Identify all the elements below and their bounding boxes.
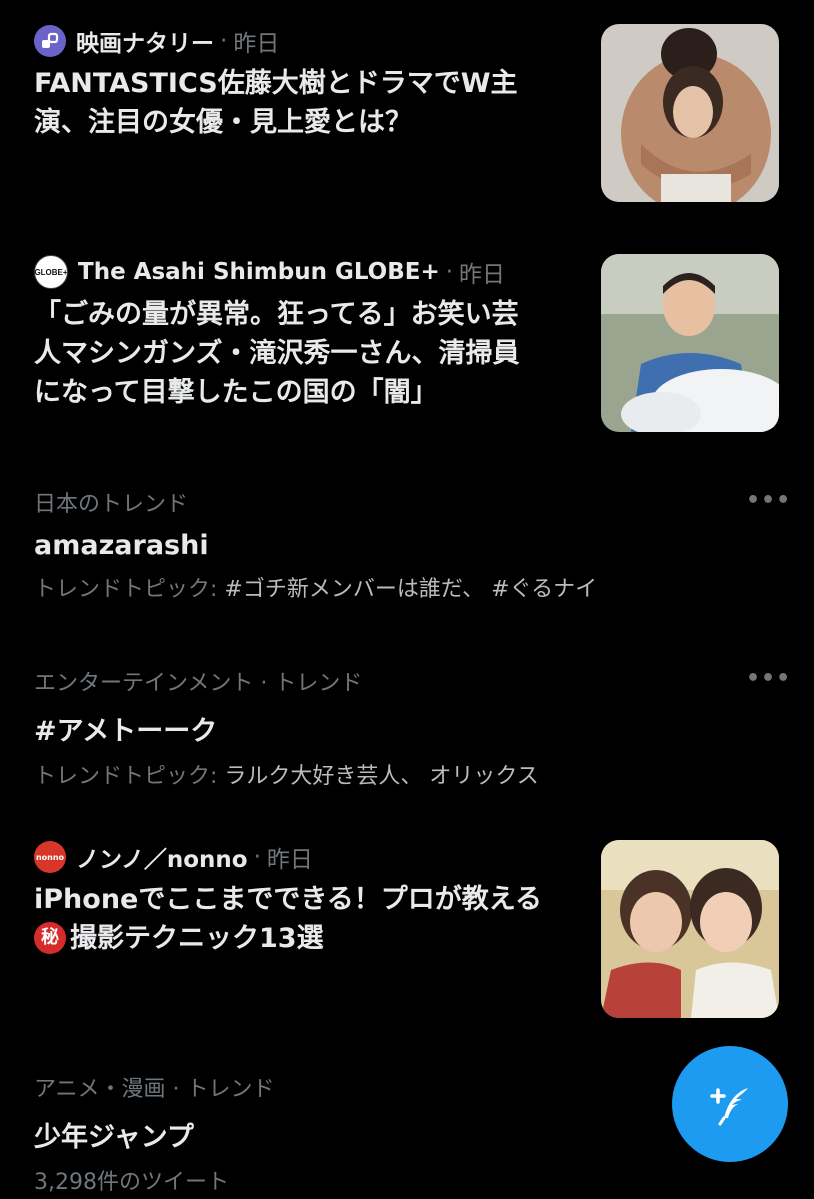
separator-dot: · <box>253 844 261 870</box>
news-thumbnail-nonno[interactable] <box>601 840 779 1018</box>
trend-topics: トレンドトピック: #ゴチ新メンバーは誰だ、 #ぐるナイ <box>34 577 598 602</box>
secret-badge-icon: 秘 <box>34 921 66 954</box>
trend-item-amazarashi[interactable]: 日本のトレンド amazarashi トレンドトピック: #ゴチ新メンバーは誰だ… <box>34 486 774 603</box>
news-thumbnail-asahi-globe[interactable] <box>601 254 779 432</box>
trend-topics: トレンドトピック: ラルク大好き芸人、 オリックス <box>34 764 539 789</box>
news-time: 昨日 <box>459 262 506 288</box>
news-headline: FANTASTICS佐藤大樹とドラマでW主 演、注目の女優・見上愛とは？ <box>34 68 518 138</box>
trend-title: #アメトーーク <box>34 716 218 747</box>
natalie-logo-icon <box>34 25 66 57</box>
globe-plus-logo-icon: GLOBE+ <box>34 255 68 289</box>
news-source-row: GLOBE+ The Asahi Shimbun GLOBE+ · 昨日 <box>34 255 594 289</box>
separator-dot: · <box>445 259 454 285</box>
compose-tweet-button[interactable] <box>672 1046 788 1162</box>
news-source-name: ノンノ／nonno <box>76 847 248 873</box>
trend-category: 日本のトレンド <box>34 492 189 517</box>
news-time: 昨日 <box>233 31 280 57</box>
trend-category: アニメ・漫画 · トレンド <box>34 1077 275 1102</box>
news-source-name: 映画ナタリー <box>76 31 214 57</box>
news-headline: iPhoneでここまでできる！プロが教える 秘撮影テクニック13選 <box>34 884 542 954</box>
trend-item-shonen-jump[interactable]: アニメ・漫画 · トレンド 少年ジャンプ 3,298件のツイート <box>34 1071 654 1196</box>
compose-tweet-icon <box>710 1088 748 1126</box>
more-options-icon[interactable]: ••• <box>746 666 791 691</box>
trend-title: amazarashi <box>34 530 209 561</box>
trend-item-ametalk[interactable]: エンターテインメント · トレンド #アメトーーク トレンドトピック: ラルク大… <box>34 665 774 790</box>
news-time: 昨日 <box>266 847 313 873</box>
news-source-name: The Asahi Shimbun GLOBE+ <box>78 259 440 285</box>
news-headline: 「ごみの量が異常。狂ってる」お笑い芸 人マシンガンズ・滝沢秀一さん、清掃員 にな… <box>34 299 520 408</box>
news-item-natalie[interactable]: 映画ナタリー · 昨日 FANTASTICS佐藤大樹とドラマでW主 演、注目の女… <box>34 24 594 142</box>
news-source-row: nonno ノンノ／nonno · 昨日 <box>34 840 594 874</box>
nonno-logo-icon: nonno <box>34 841 66 873</box>
more-options-icon[interactable]: ••• <box>746 488 791 513</box>
trend-title: 少年ジャンプ <box>34 1122 194 1153</box>
news-item-nonno[interactable]: nonno ノンノ／nonno · 昨日 iPhoneでここまでできる！プロが教… <box>34 840 594 958</box>
separator-dot: · <box>220 28 228 54</box>
news-source-row: 映画ナタリー · 昨日 <box>34 24 594 58</box>
news-thumbnail-natalie[interactable] <box>601 24 779 202</box>
trend-category: エンターテインメント · トレンド <box>34 671 363 696</box>
tweet-count: 3,298件のツイート <box>34 1170 229 1195</box>
news-item-asahi-globe[interactable]: GLOBE+ The Asahi Shimbun GLOBE+ · 昨日 「ごみ… <box>34 255 594 412</box>
